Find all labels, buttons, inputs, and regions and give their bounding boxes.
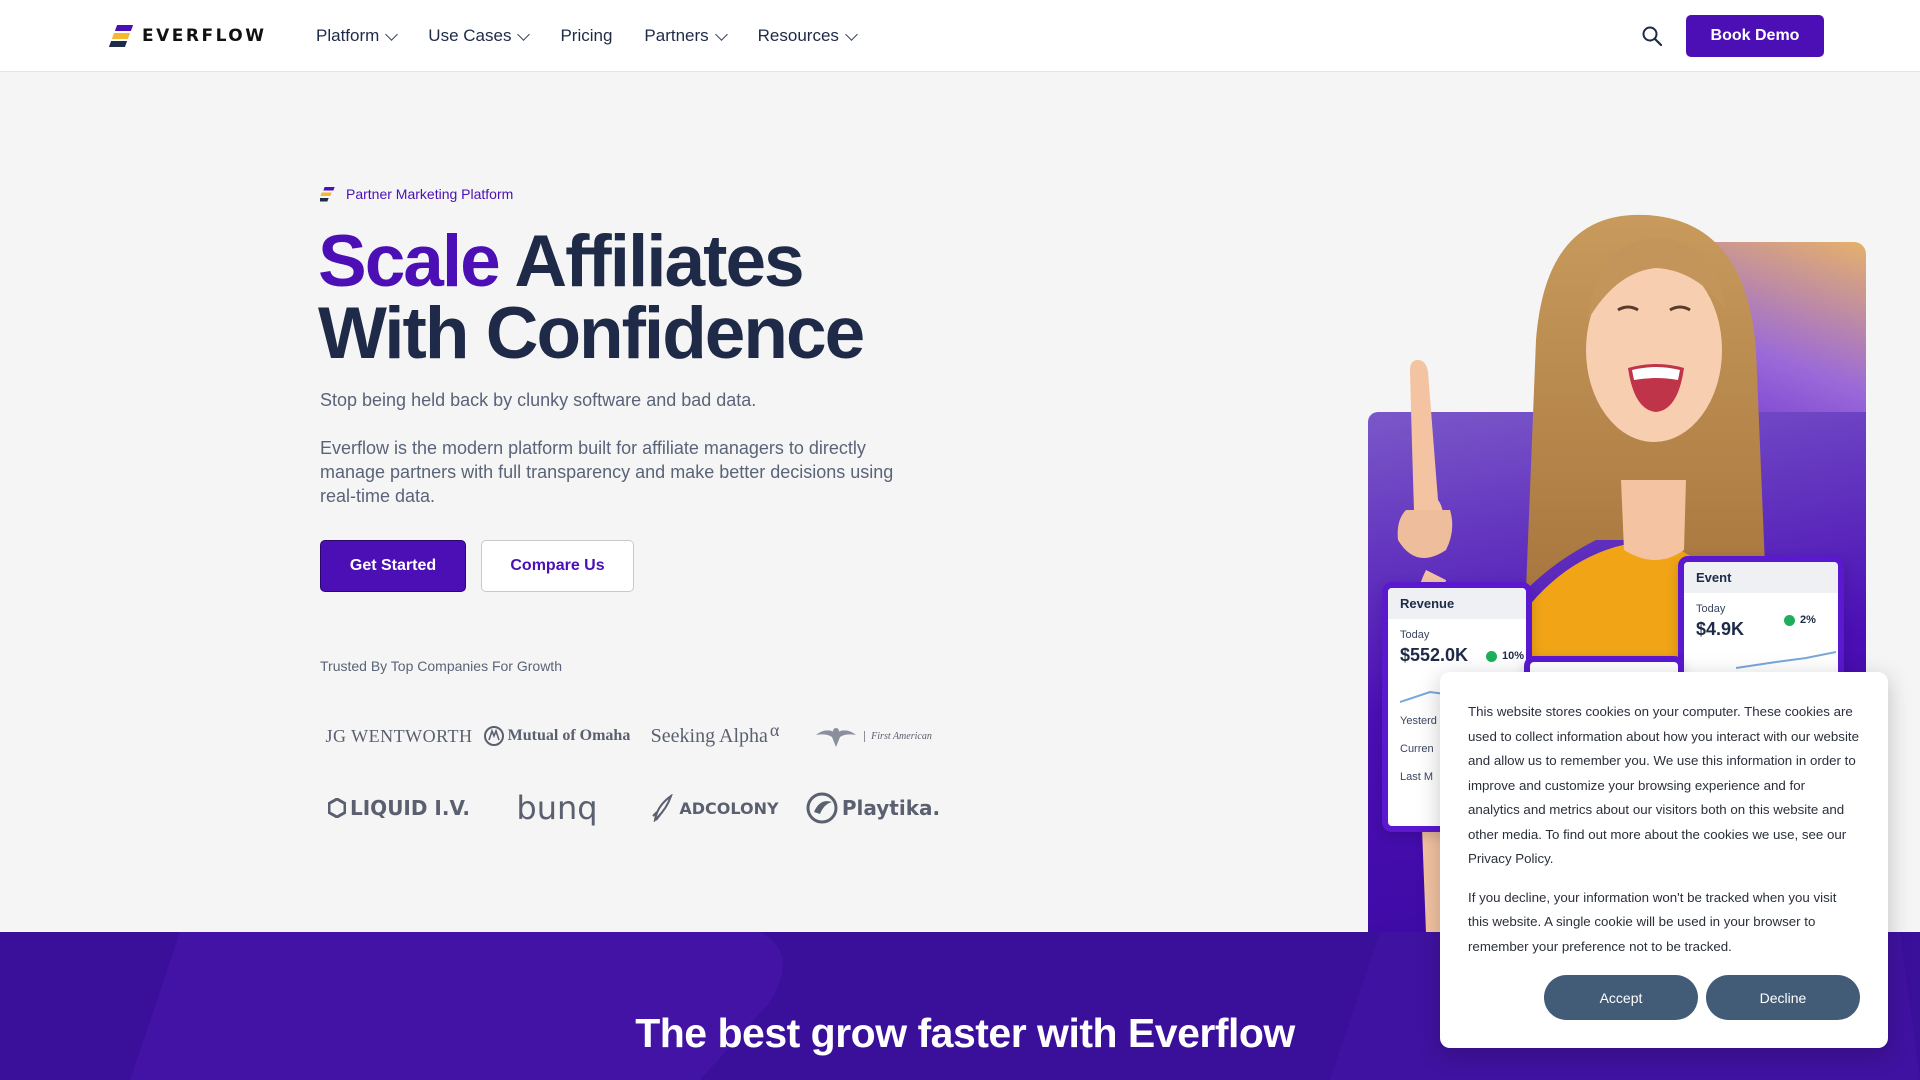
main-menu: Platform Use Cases Pricing Partners Reso… — [316, 0, 858, 72]
menu-item-label: Use Cases — [428, 26, 512, 45]
accept-cookies-button[interactable]: Accept — [1544, 975, 1698, 1020]
event-card-title: Event — [1684, 562, 1838, 593]
playtika-logo: Playtika. — [794, 772, 952, 844]
revenue-card-title: Revenue — [1388, 588, 1526, 619]
hexagon-icon — [328, 798, 346, 818]
menu-item-label: Partners — [644, 26, 709, 45]
menu-item-use-cases[interactable]: Use Cases — [428, 26, 531, 46]
liquid-iv-logo: LIQUID I.V. — [320, 772, 478, 844]
mutual-of-omaha-icon — [483, 726, 504, 746]
revenue-period: Today — [1400, 629, 1430, 641]
jg-wentworth-logo: JG WENTWORTH — [325, 725, 473, 746]
headline-line2: With Confidence — [318, 293, 865, 374]
headline-accent: Scale — [318, 221, 501, 302]
search-icon[interactable] — [1640, 24, 1664, 48]
menu-item-partners[interactable]: Partners — [644, 26, 728, 46]
everflow-logo-icon — [108, 24, 134, 48]
chevron-down-icon — [714, 27, 728, 41]
cookie-actions: Accept Decline — [1544, 975, 1860, 1020]
event-change: 2% — [1784, 614, 1816, 626]
cookie-text: This website stores cookies on your comp… — [1468, 704, 1859, 866]
compare-us-button[interactable]: Compare Us — [481, 540, 634, 592]
menu-item-label: Platform — [316, 26, 380, 45]
eyebrow-text: Partner Marketing Platform — [346, 186, 514, 202]
decline-cookies-button[interactable]: Decline — [1706, 975, 1860, 1020]
event-sparkline — [1735, 651, 1837, 669]
menu-item-pricing[interactable]: Pricing — [560, 26, 612, 46]
rocket-icon — [652, 794, 674, 822]
everflow-mark-icon — [320, 187, 335, 202]
adcolony-logo: ADCOLONY — [636, 772, 794, 844]
chevron-down-icon — [385, 27, 399, 41]
up-trend-icon — [1784, 614, 1795, 626]
seeking-alpha-logo: Seeking Alpha α — [650, 719, 780, 747]
everflow-logo[interactable]: EVERFLOW — [108, 24, 267, 48]
brand-name: EVERFLOW — [142, 26, 267, 46]
bunq-logo: bunq — [516, 789, 598, 827]
cookie-consent-banner: This website stores cookies on your comp… — [1440, 672, 1888, 1048]
top-nav: EVERFLOW Platform Use Cases Pricing Part… — [0, 0, 1920, 72]
first-american-logo: First American — [794, 700, 952, 772]
get-started-button[interactable]: Get Started — [320, 540, 466, 592]
menu-item-label: Pricing — [560, 26, 613, 45]
mutual-of-omaha-logo: Mutual of Omaha — [478, 700, 636, 772]
client-logos: JG WENTWORTH Mutual of Omaha Seeking Alp… — [320, 700, 940, 844]
eagle-icon — [816, 728, 857, 747]
playtika-icon — [806, 792, 838, 824]
hero-headline: Scale Affiliates With Confidence — [318, 225, 865, 370]
trusted-label: Trusted By Top Companies For Growth — [320, 658, 562, 674]
headline-line1-rest: Affiliates — [514, 221, 804, 302]
menu-item-label: Resources — [757, 26, 839, 45]
menu-item-platform[interactable]: Platform — [316, 26, 399, 46]
chevron-down-icon — [517, 27, 531, 41]
hero-description: Everflow is the modern platform built fo… — [320, 438, 894, 506]
book-demo-button[interactable]: Book Demo — [1686, 15, 1824, 57]
chevron-down-icon — [845, 27, 858, 41]
hero-eyebrow: Partner Marketing Platform — [320, 186, 513, 202]
hero-subheadline: Stop being held back by clunky software … — [320, 390, 757, 410]
menu-item-resources[interactable]: Resources — [757, 26, 858, 46]
revenue-change: 10% — [1486, 650, 1524, 662]
up-trend-icon — [1486, 650, 1497, 662]
cookie-decline-text: If you decline, your information won't b… — [1468, 889, 1837, 954]
